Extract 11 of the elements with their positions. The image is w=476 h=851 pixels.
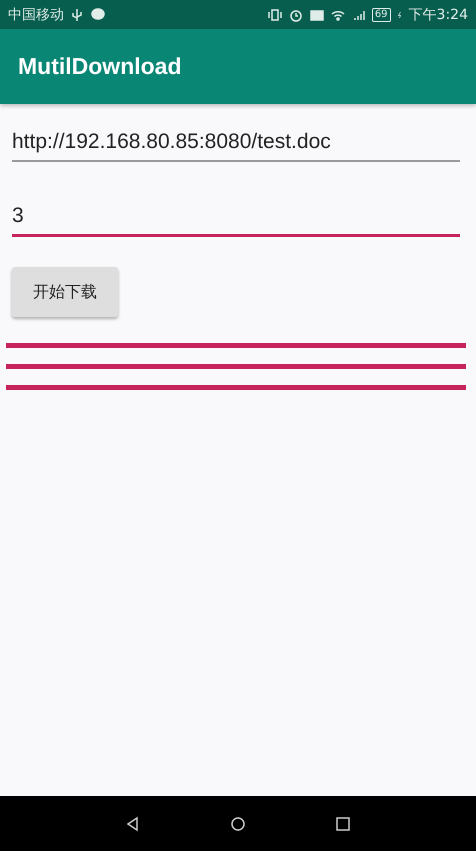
- carrier-name: 中国移动: [8, 6, 64, 24]
- text-field[interactable]: 3: [12, 198, 460, 237]
- clock-time: 下午3:24: [408, 6, 468, 24]
- start-download-button[interactable]: 开始下载: [12, 267, 118, 317]
- text-field[interactable]: http://192.168.80.85:8080/test.doc: [12, 124, 460, 162]
- battery-indicator: 69: [372, 8, 391, 22]
- back-icon[interactable]: [124, 816, 141, 832]
- app-title: MutilDownload: [18, 53, 182, 80]
- vibrate-icon: [266, 6, 283, 22]
- home-icon[interactable]: [230, 816, 246, 832]
- recents-icon[interactable]: [335, 816, 352, 832]
